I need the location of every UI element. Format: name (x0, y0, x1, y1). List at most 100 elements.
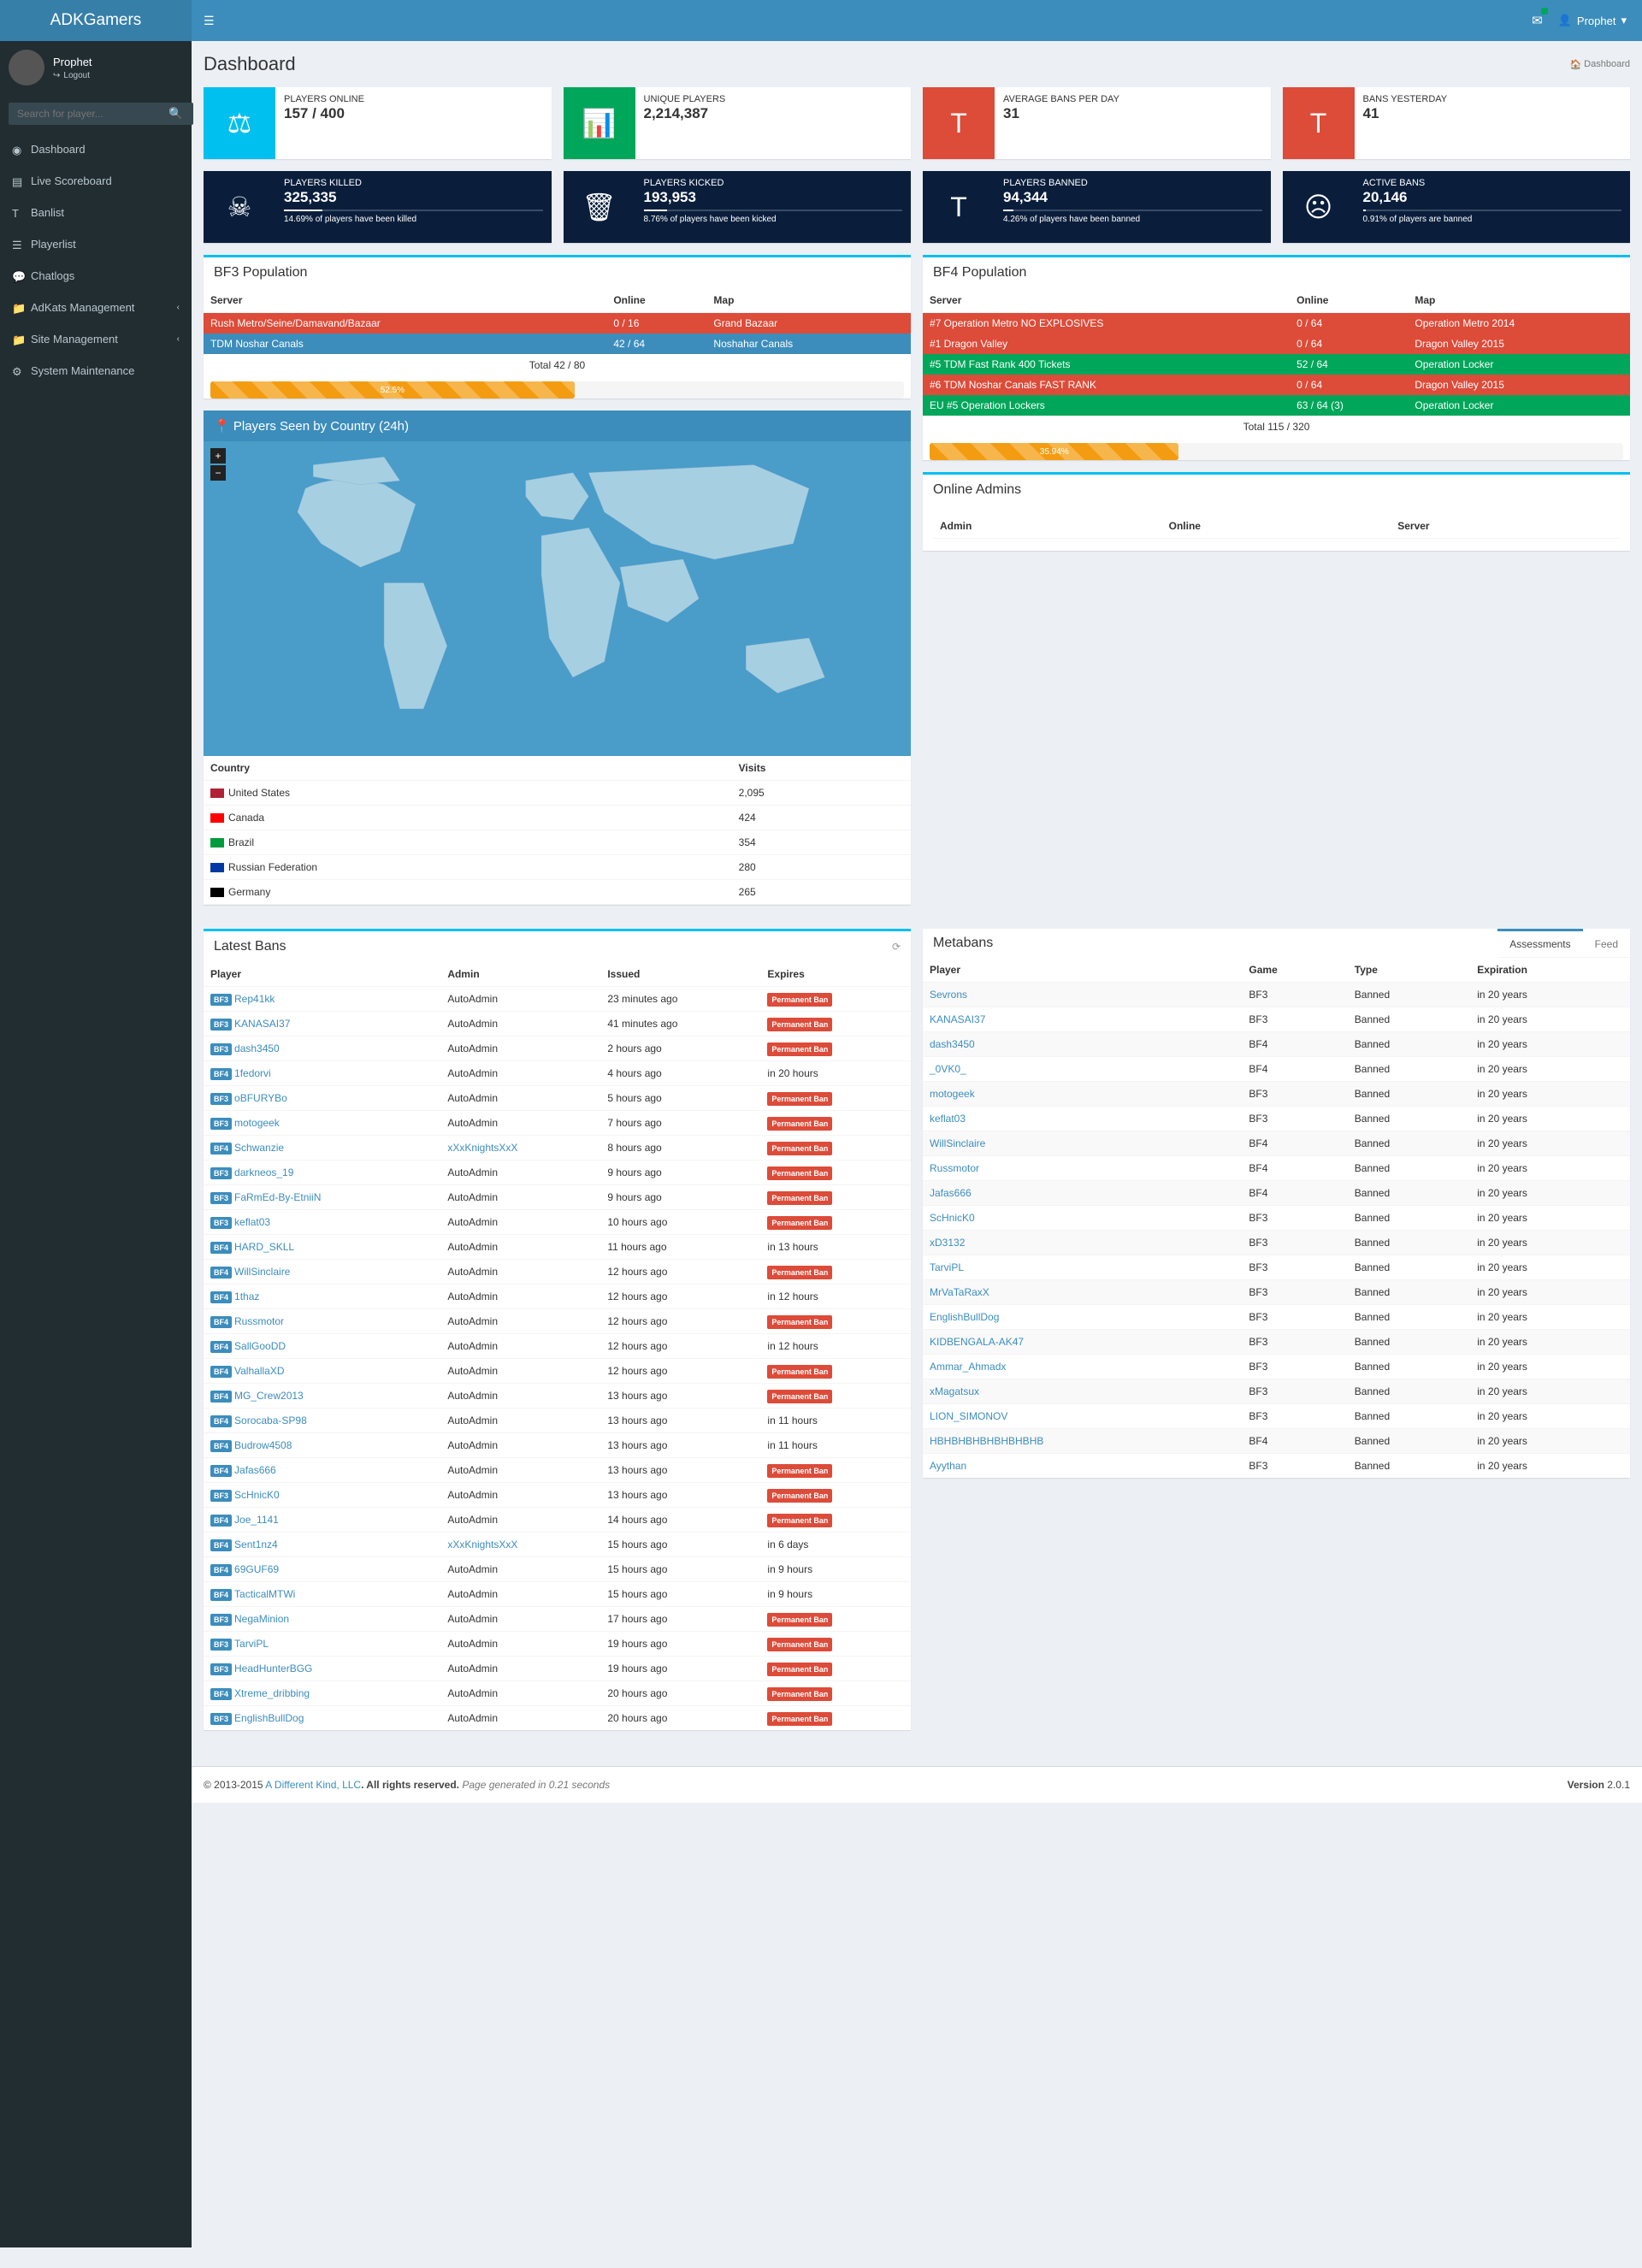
player-link[interactable]: xMagatsux (930, 1385, 979, 1397)
permanent-ban-badge: Permanent Ban (767, 1638, 832, 1651)
stat-icon: 🗑 (564, 171, 635, 243)
admin-link[interactable]: xXxKnightsXxX (447, 1142, 517, 1154)
player-link[interactable]: WillSinclaire (234, 1266, 290, 1278)
player-link[interactable]: Sevrons (930, 989, 967, 1001)
player-link[interactable]: motogeek (234, 1117, 280, 1129)
player-link[interactable]: LION_SIMONOV (930, 1410, 1007, 1422)
player-link[interactable]: keflat03 (930, 1113, 966, 1125)
breadcrumb[interactable]: 🏠 Dashboard (1569, 59, 1630, 70)
player-link[interactable]: motogeek (930, 1088, 975, 1100)
metaban-row: ScHnicK0BF3Bannedin 20 years (923, 1206, 1630, 1231)
player-link[interactable]: HBHBHBHBHBHBHBHB (930, 1435, 1043, 1447)
user-menu[interactable]: 👤 Prophet ▾ (1558, 14, 1627, 27)
player-link[interactable]: Jafas666 (234, 1464, 276, 1476)
game-badge: BF4 (210, 1316, 232, 1328)
player-link[interactable]: Xtreme_dribbing (234, 1687, 310, 1699)
tab-assessments[interactable]: Assessments (1497, 929, 1582, 957)
sidebar-item-adkats-management[interactable]: 📁AdKats Management‹ (0, 292, 192, 323)
player-link[interactable]: Russmotor (234, 1315, 284, 1327)
permanent-ban-badge: Permanent Ban (767, 1390, 832, 1403)
player-link[interactable]: Budrow4508 (234, 1439, 292, 1451)
sidebar-item-live-scoreboard[interactable]: ▤Live Scoreboard (0, 165, 192, 197)
ban-row: BF4Budrow4508AutoAdmin13 hours agoin 11 … (204, 1433, 911, 1458)
sidebar-item-playerlist[interactable]: ☰Playerlist (0, 228, 192, 260)
search-button[interactable]: 🔍 (158, 103, 193, 125)
player-link[interactable]: Ayythan (930, 1460, 966, 1472)
stat-icon: ☠ (204, 171, 275, 243)
sidebar-item-banlist[interactable]: TBanlist (0, 197, 192, 228)
tab-feed[interactable]: Feed (1583, 929, 1630, 957)
ban-row: BF3oBFURYBoAutoAdmin5 hours agoPermanent… (204, 1086, 911, 1111)
admin-link[interactable]: xXxKnightsXxX (447, 1539, 517, 1550)
server-row[interactable]: #5 TDM Fast Rank 400 Tickets52 / 64Opera… (923, 354, 1630, 375)
bf3-total: Total 42 / 80 (204, 354, 911, 376)
player-link[interactable]: MG_Crew2013 (234, 1390, 304, 1402)
server-row[interactable]: Rush Metro/Seine/Damavand/Bazaar0 / 16Gr… (204, 313, 911, 334)
metaban-row: _0VK0_BF4Bannedin 20 years (923, 1057, 1630, 1082)
player-link[interactable]: Jafas666 (930, 1187, 972, 1199)
player-link[interactable]: WillSinclaire (930, 1137, 985, 1149)
player-link[interactable]: ScHnicK0 (234, 1489, 280, 1501)
player-link[interactable]: Joe_1141 (234, 1514, 279, 1526)
player-link[interactable]: HeadHunterBGG (234, 1663, 312, 1674)
player-link[interactable]: oBFURYBo (234, 1092, 287, 1104)
stat-active-bans: ☹ACTIVE BANS20,1460.91% of players are b… (1283, 171, 1631, 243)
player-link[interactable]: KIDBENGALA-AK47 (930, 1336, 1024, 1348)
server-row[interactable]: #7 Operation Metro NO EXPLOSIVES0 / 64Op… (923, 313, 1630, 334)
player-link[interactable]: SallGooDD (234, 1340, 286, 1352)
logo[interactable]: ADKGamers (0, 0, 192, 41)
player-link[interactable]: TarviPL (234, 1638, 269, 1650)
sidebar-item-site-management[interactable]: 📁Site Management‹ (0, 323, 192, 355)
server-row[interactable]: TDM Noshar Canals42 / 64Noshahar Canals (204, 334, 911, 354)
player-link[interactable]: dash3450 (930, 1038, 975, 1050)
player-link[interactable]: Sent1nz4 (234, 1539, 278, 1550)
player-link[interactable]: FaRmEd-By-EtniiN (234, 1191, 321, 1203)
player-link[interactable]: ValhallaXD (234, 1365, 284, 1377)
player-link[interactable]: keflat03 (234, 1216, 270, 1228)
player-link[interactable]: NegaMinion (234, 1613, 289, 1625)
game-badge: BF3 (210, 1093, 232, 1105)
player-link[interactable]: 1thaz (234, 1291, 259, 1302)
metaban-row: xMagatsuxBF3Bannedin 20 years (923, 1379, 1630, 1404)
player-link[interactable]: KANASAI37 (930, 1013, 985, 1025)
player-link[interactable]: Russmotor (930, 1162, 979, 1174)
player-link[interactable]: xD3132 (930, 1237, 965, 1249)
dashboard-icon: ◉ (12, 144, 24, 156)
player-link[interactable]: MrVaTaRaxX (930, 1286, 989, 1298)
player-link[interactable]: Rep41kk (234, 993, 275, 1005)
refresh-icon[interactable]: ⟳ (892, 941, 901, 953)
player-link[interactable]: KANASAI37 (234, 1018, 290, 1030)
player-link[interactable]: HARD_SKLL (234, 1241, 294, 1253)
player-link[interactable]: Schwanzie (234, 1142, 284, 1154)
world-map[interactable]: + − (204, 441, 911, 756)
player-link[interactable]: ScHnicK0 (930, 1212, 975, 1224)
player-link[interactable]: _0VK0_ (930, 1063, 966, 1075)
server-row[interactable]: EU #5 Operation Lockers63 / 64 (3)Operat… (923, 395, 1630, 416)
player-link[interactable]: dash3450 (234, 1042, 280, 1054)
sidebar-toggle[interactable]: ☰ (192, 14, 227, 28)
sidebar-item-system-maintenance[interactable]: ⚙System Maintenance (0, 355, 192, 387)
map-zoom-out[interactable]: − (210, 465, 226, 481)
permanent-ban-badge: Permanent Ban (767, 1489, 832, 1503)
logout-link[interactable]: ↪ Logout (53, 71, 92, 80)
player-link[interactable]: Ammar_Ahmadx (930, 1361, 1006, 1373)
search-input[interactable] (9, 103, 158, 125)
player-link[interactable]: 69GUF69 (234, 1563, 279, 1575)
player-link[interactable]: 1fedorvi (234, 1067, 271, 1079)
player-link[interactable]: TarviPL (930, 1261, 964, 1273)
server-row[interactable]: #6 TDM Noshar Canals FAST RANK0 / 64Drag… (923, 375, 1630, 395)
permanent-ban-badge: Permanent Ban (767, 993, 832, 1007)
server-row[interactable]: #1 Dragon Valley0 / 64Dragon Valley 2015 (923, 334, 1630, 354)
player-link[interactable]: EnglishBullDog (234, 1712, 304, 1724)
permanent-ban-badge: Permanent Ban (767, 1663, 832, 1676)
sidebar-item-dashboard[interactable]: ◉Dashboard (0, 133, 192, 165)
messages-icon[interactable]: ✉ (1532, 13, 1543, 28)
player-link[interactable]: TacticalMTWi (234, 1588, 295, 1600)
player-link[interactable]: Sorocaba-SP98 (234, 1415, 307, 1426)
permanent-ban-badge: Permanent Ban (767, 1166, 832, 1180)
player-link[interactable]: EnglishBullDog (930, 1311, 999, 1323)
player-link[interactable]: darkneos_19 (234, 1166, 293, 1178)
footer-link[interactable]: A Different Kind, LLC (265, 1779, 361, 1791)
sidebar-item-chatlogs[interactable]: 💬Chatlogs (0, 260, 192, 292)
map-zoom-in[interactable]: + (210, 448, 226, 464)
